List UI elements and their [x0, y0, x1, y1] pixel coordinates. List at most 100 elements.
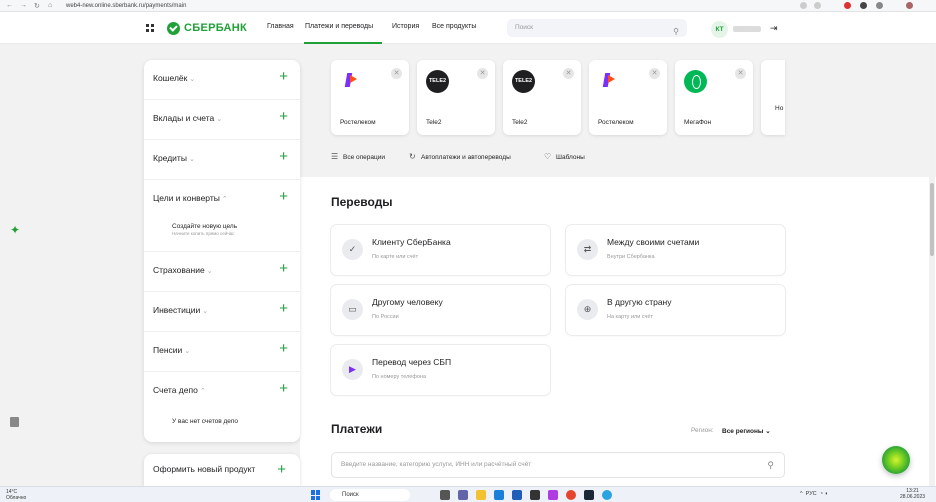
- list-icon: ☰: [331, 152, 339, 161]
- share-icon[interactable]: [800, 2, 807, 9]
- telegram-icon[interactable]: [602, 490, 612, 500]
- tele2-logo-icon: TELE2: [512, 70, 535, 93]
- favorite-card[interactable]: ✕ Ростелеком: [589, 60, 667, 135]
- wifi-icon[interactable]: ◔: [820, 491, 823, 497]
- store-icon[interactable]: [512, 490, 522, 500]
- sidebar-item-depo[interactable]: Счета депо ⌃ + У вас нет счетов депо: [144, 372, 300, 442]
- favorite-card[interactable]: ✕ МегаФон: [675, 60, 753, 135]
- nav-history[interactable]: История: [392, 23, 419, 30]
- app-icon[interactable]: [530, 490, 540, 500]
- scrollbar-thumb[interactable]: [930, 183, 934, 256]
- close-icon[interactable]: ✕: [563, 68, 574, 79]
- folder-icon[interactable]: [476, 490, 486, 500]
- system-tray[interactable]: ^ РУС ◔ ◖: [800, 491, 828, 497]
- create-goal-link[interactable]: Создайте новую цель Начните копить прямо…: [172, 223, 237, 236]
- add-icon[interactable]: +: [279, 261, 288, 276]
- profile-avatar-icon[interactable]: [906, 2, 913, 9]
- close-icon[interactable]: ✕: [391, 68, 402, 79]
- windows-taskbar: 14°C Облачно Поиск ^ РУС ◔ ◖ 13:21 28.06.2…: [0, 486, 936, 502]
- favorite-name: Ростелеком: [598, 119, 634, 126]
- card-subtitle: Внутри Сбербанка: [607, 254, 655, 260]
- taskbar-search[interactable]: Поиск: [330, 489, 410, 501]
- add-icon[interactable]: +: [279, 189, 288, 204]
- add-icon[interactable]: +: [279, 381, 288, 396]
- add-icon[interactable]: +: [279, 301, 288, 316]
- close-icon[interactable]: ✕: [649, 68, 660, 79]
- globe-icon: ⊕: [577, 299, 598, 320]
- taskview-icon[interactable]: [440, 490, 450, 500]
- transfer-card-abroad[interactable]: ⊕ В другую страну На карту или счёт: [566, 285, 785, 335]
- chevron-up-icon: ⌃: [221, 196, 228, 203]
- edge-icon[interactable]: [494, 490, 504, 500]
- scrollbar[interactable]: [929, 45, 935, 486]
- autopayments-link[interactable]: ↻ Автоплатежи и автопереводы: [409, 152, 511, 161]
- sidebar-item-deposits[interactable]: Вклады и счета ⌄ +: [144, 100, 300, 140]
- extension-icon[interactable]: [844, 2, 851, 9]
- sidebar-item-goals[interactable]: Цели и конверты ⌃ + Создайте новую цель Н…: [144, 180, 300, 252]
- transfer-card-sber-client[interactable]: ✓ Клиенту СберБанка По карте или счёт: [331, 225, 550, 275]
- logo-text[interactable]: СБЕРБАНК: [184, 22, 247, 34]
- date: 28.06.2023: [900, 494, 926, 500]
- home-icon[interactable]: ⌂: [48, 2, 52, 9]
- reload-icon[interactable]: ↻: [34, 2, 40, 10]
- nav-home[interactable]: Главная: [267, 23, 294, 30]
- new-product-button[interactable]: Оформить новый продукт +: [144, 454, 300, 486]
- nav-all-products[interactable]: Все продукты: [432, 23, 476, 30]
- region-select[interactable]: Все регионы ⌄: [722, 427, 771, 435]
- payments-search-input[interactable]: Введите название, категорию услуги, ИНН …: [331, 452, 785, 478]
- nav-payments[interactable]: Платежи и переводы: [305, 23, 373, 30]
- transfer-card-own-accounts[interactable]: ⇄ Между своими счетами Внутри Сбербанка: [566, 225, 785, 275]
- sidebar-item-credits[interactable]: Кредиты ⌄ +: [144, 140, 300, 180]
- forward-icon[interactable]: →: [20, 2, 27, 9]
- chevron-down-icon: ⌄: [765, 428, 771, 435]
- add-icon[interactable]: +: [279, 109, 288, 124]
- volume-icon[interactable]: ◖: [825, 491, 828, 497]
- language-indicator[interactable]: РУС: [806, 491, 817, 497]
- extension-icon[interactable]: [860, 2, 867, 9]
- add-icon[interactable]: +: [279, 341, 288, 356]
- sidebar-item-label: Пенсии: [153, 345, 183, 355]
- sidebar-item-insurance[interactable]: Страхование ⌄ +: [144, 252, 300, 292]
- all-operations-link[interactable]: ☰ Все операции: [331, 152, 385, 161]
- avatar[interactable]: КТ: [711, 21, 728, 38]
- favorite-card[interactable]: TELE2 ✕ Tele2: [417, 60, 495, 135]
- favorite-card[interactable]: ✕ Ростелеком: [331, 60, 409, 135]
- assistant-button[interactable]: [882, 446, 910, 474]
- bookmark-star-icon[interactable]: [814, 2, 821, 9]
- steam-icon[interactable]: [584, 490, 594, 500]
- sidebar-item-label: Счета депо: [153, 385, 198, 395]
- sidebar-item-pensions[interactable]: Пенсии ⌄ +: [144, 332, 300, 372]
- sidebar-item-investments[interactable]: Инвестиции ⌄ +: [144, 292, 300, 332]
- extensions-puzzle-icon[interactable]: [876, 2, 883, 9]
- add-icon[interactable]: +: [279, 149, 288, 164]
- weather-widget[interactable]: 14°C Облачно: [6, 489, 26, 501]
- chrome-icon[interactable]: [566, 490, 576, 500]
- sidebar-item-label: Кошелёк: [153, 73, 188, 83]
- windows-start-icon[interactable]: [311, 490, 321, 500]
- apps-grid-icon[interactable]: [146, 24, 154, 32]
- card-title: Клиенту СберБанка: [372, 237, 451, 247]
- app-icon[interactable]: [548, 490, 558, 500]
- back-icon[interactable]: ←: [6, 2, 13, 9]
- favorite-card-partial[interactable]: Но: [761, 60, 785, 135]
- close-icon[interactable]: ✕: [735, 68, 746, 79]
- clock[interactable]: 13:21 28.06.2023: [900, 488, 925, 500]
- quick-link-label: Все операции: [343, 154, 385, 161]
- favorite-card[interactable]: TELE2 ✕ Tele2: [503, 60, 581, 135]
- chevron-down-icon: ⌄: [184, 348, 191, 355]
- logout-icon[interactable]: ⇥: [770, 23, 778, 34]
- sidebar-item-wallet[interactable]: Кошелёк ⌄ +: [144, 60, 300, 100]
- username-blurred[interactable]: [733, 26, 761, 32]
- templates-link[interactable]: ♡ Шаблоны: [544, 152, 585, 161]
- close-icon[interactable]: ✕: [477, 68, 488, 79]
- chat-icon[interactable]: [458, 490, 468, 500]
- header-search-input[interactable]: Поиск ⚲: [507, 19, 687, 37]
- sber-logo-icon[interactable]: [167, 22, 180, 35]
- transfer-card-sbp[interactable]: ▶ Перевод через СБП По номеру телефона: [331, 345, 550, 395]
- region-value: Все регионы: [722, 428, 764, 435]
- card-subtitle: На карту или счёт: [607, 314, 653, 320]
- transfer-card-other-person[interactable]: ▭ Другому человеку По России: [331, 285, 550, 335]
- add-icon[interactable]: +: [279, 69, 288, 84]
- sber-icon: ✓: [342, 239, 363, 260]
- address-bar[interactable]: web4-new.online.sberbank.ru/payments/mai…: [66, 1, 186, 11]
